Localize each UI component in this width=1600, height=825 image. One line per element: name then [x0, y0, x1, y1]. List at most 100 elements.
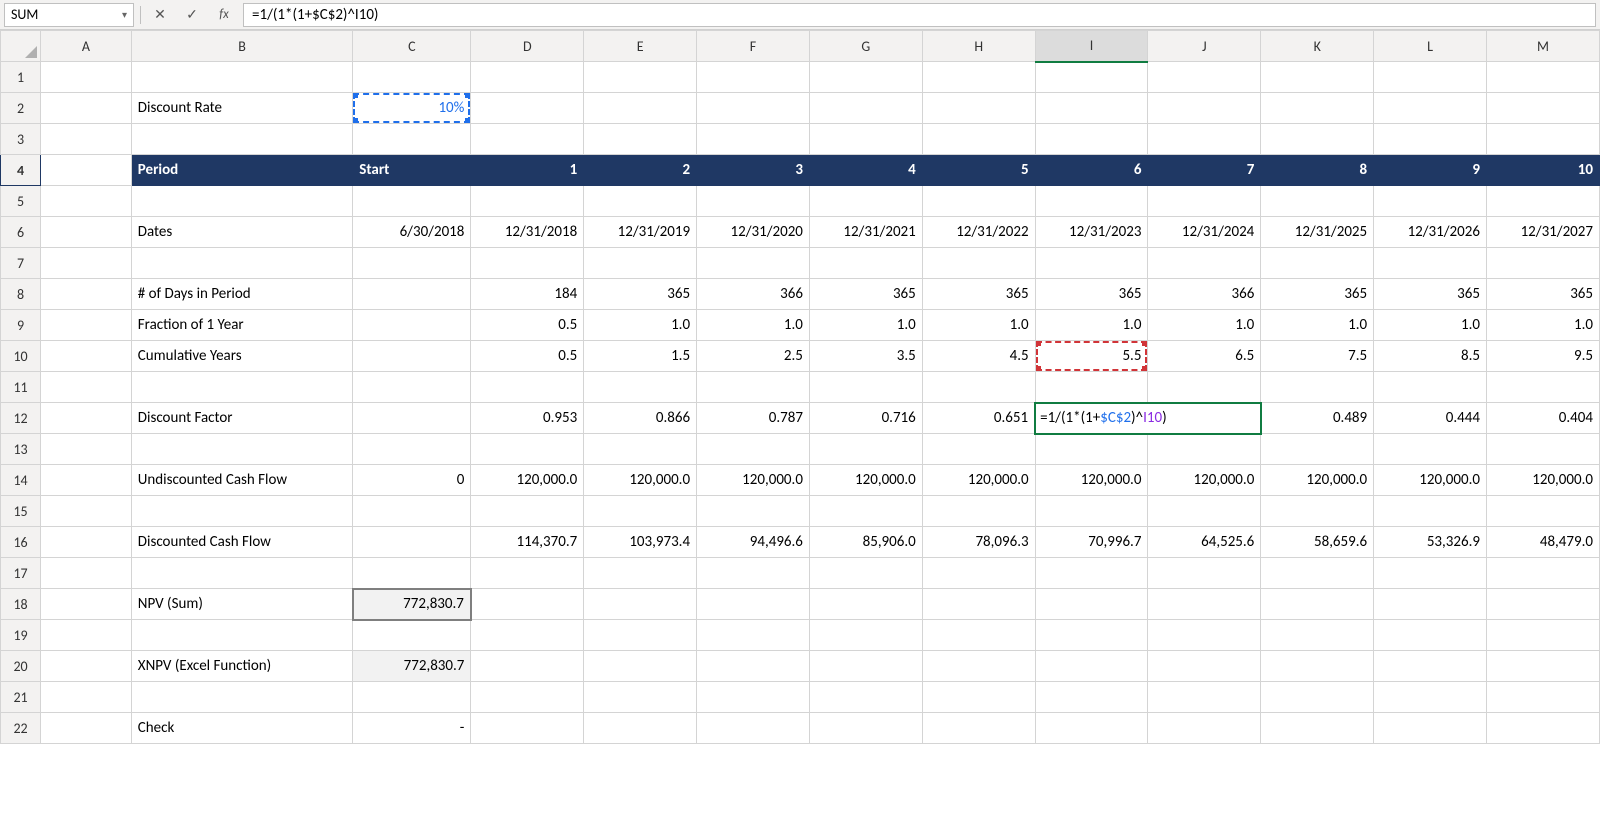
col-header[interactable]: C	[353, 31, 471, 62]
cell[interactable]	[697, 186, 810, 217]
cell[interactable]: 0.5	[471, 310, 584, 341]
cell[interactable]: 12/31/2023	[1035, 217, 1148, 248]
cell[interactable]	[1261, 248, 1374, 279]
cell[interactable]	[697, 589, 810, 620]
row-header[interactable]: 5	[1, 186, 41, 217]
cell[interactable]	[697, 434, 810, 465]
cell[interactable]: 365	[1374, 279, 1487, 310]
row-header[interactable]: 2	[1, 93, 41, 124]
cell[interactable]	[1148, 589, 1261, 620]
cell[interactable]	[1374, 248, 1487, 279]
cell[interactable]: 12/31/2026	[1374, 217, 1487, 248]
cell[interactable]	[584, 682, 697, 713]
cell[interactable]: 1.0	[1261, 310, 1374, 341]
cell[interactable]: 12/31/2025	[1261, 217, 1374, 248]
cell[interactable]: 103,973.4	[584, 527, 697, 558]
row-header[interactable]: 3	[1, 124, 41, 155]
col-header[interactable]: J	[1148, 31, 1261, 62]
cell[interactable]	[584, 124, 697, 155]
cell[interactable]: 0.787	[697, 403, 810, 434]
cell[interactable]	[922, 186, 1035, 217]
cell[interactable]	[809, 62, 922, 93]
cell[interactable]	[1035, 434, 1148, 465]
cell[interactable]: 12/31/2018	[471, 217, 584, 248]
cell[interactable]	[353, 403, 471, 434]
cell[interactable]: 1.0	[1374, 310, 1487, 341]
cell[interactable]	[41, 620, 132, 651]
cell[interactable]: 3.5	[809, 341, 922, 372]
cell[interactable]	[471, 186, 584, 217]
cell[interactable]	[1486, 93, 1599, 124]
spreadsheet-grid[interactable]: A B C D E F G H I J K L M 1 2 Discount R…	[0, 30, 1600, 744]
cell[interactable]	[41, 496, 132, 527]
cell[interactable]	[1261, 682, 1374, 713]
cell-start-label[interactable]: Start	[353, 155, 471, 186]
cell[interactable]	[471, 682, 584, 713]
cell[interactable]	[1374, 558, 1487, 589]
cell[interactable]	[584, 62, 697, 93]
insert-function-button[interactable]: fx	[211, 7, 237, 22]
cell[interactable]	[1261, 186, 1374, 217]
cell[interactable]: 365	[1261, 279, 1374, 310]
cell[interactable]	[471, 651, 584, 682]
cell[interactable]	[131, 62, 352, 93]
cell[interactable]	[922, 651, 1035, 682]
cell[interactable]	[41, 372, 132, 403]
cell[interactable]	[1486, 434, 1599, 465]
cell[interactable]: 365	[1486, 279, 1599, 310]
row-header[interactable]: 22	[1, 713, 41, 744]
cell[interactable]	[353, 527, 471, 558]
cell[interactable]	[41, 155, 132, 186]
cell[interactable]	[1148, 434, 1261, 465]
cell[interactable]	[1374, 372, 1487, 403]
cell[interactable]	[809, 620, 922, 651]
cell[interactable]: 120,000.0	[471, 465, 584, 496]
cell[interactable]	[922, 372, 1035, 403]
cell[interactable]: 120,000.0	[1261, 465, 1374, 496]
cell[interactable]: 1.5	[584, 341, 697, 372]
row-header[interactable]: 17	[1, 558, 41, 589]
col-header[interactable]: G	[809, 31, 922, 62]
cell-label[interactable]: Discount Factor	[131, 403, 352, 434]
cell[interactable]	[471, 248, 584, 279]
cell[interactable]: 12/31/2022	[922, 217, 1035, 248]
row-header[interactable]: 12	[1, 403, 41, 434]
cell-label[interactable]: Discounted Cash Flow	[131, 527, 352, 558]
cell[interactable]	[353, 434, 471, 465]
cell[interactable]	[131, 372, 352, 403]
cell[interactable]	[584, 713, 697, 744]
cell-label[interactable]: Undiscounted Cash Flow	[131, 465, 352, 496]
cancel-button[interactable]: ✕	[147, 3, 173, 27]
cell[interactable]	[1035, 372, 1148, 403]
cell[interactable]	[41, 217, 132, 248]
cell[interactable]	[1035, 651, 1148, 682]
cell[interactable]	[1148, 682, 1261, 713]
cell-label[interactable]: Discount Rate	[131, 93, 352, 124]
row-header[interactable]: 8	[1, 279, 41, 310]
cell[interactable]	[809, 682, 922, 713]
cell[interactable]	[131, 434, 352, 465]
cell[interactable]: 0.651	[922, 403, 1035, 434]
cell[interactable]	[1035, 589, 1148, 620]
cell[interactable]	[131, 124, 352, 155]
cell[interactable]	[697, 620, 810, 651]
cell[interactable]	[1261, 434, 1374, 465]
cell-label[interactable]: XNPV (Excel Function)	[131, 651, 352, 682]
cell[interactable]: 120,000.0	[1374, 465, 1487, 496]
enter-button[interactable]: ✓	[179, 3, 205, 27]
cell[interactable]: 0.489	[1261, 403, 1374, 434]
cell[interactable]: 3	[697, 155, 810, 186]
cell[interactable]	[41, 589, 132, 620]
cell[interactable]	[41, 310, 132, 341]
cell[interactable]	[697, 62, 810, 93]
cell[interactable]	[922, 93, 1035, 124]
cell[interactable]: 120,000.0	[1148, 465, 1261, 496]
cell[interactable]	[1035, 620, 1148, 651]
cell[interactable]	[41, 186, 132, 217]
cell[interactable]: 365	[1035, 279, 1148, 310]
cell[interactable]	[1261, 124, 1374, 155]
cell[interactable]: 12/31/2024	[1148, 217, 1261, 248]
cell[interactable]	[131, 620, 352, 651]
cell[interactable]	[809, 186, 922, 217]
row-header[interactable]: 21	[1, 682, 41, 713]
